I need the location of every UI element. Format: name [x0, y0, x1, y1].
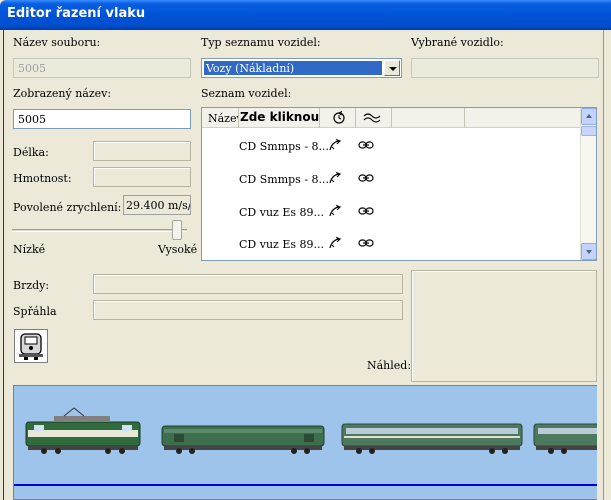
- locomotive-front-icon: [19, 333, 43, 360]
- rotate-icon: [333, 111, 345, 124]
- column-empty-1: [392, 108, 465, 128]
- list-item[interactable]: CD vuz Es 89...: [202, 230, 582, 260]
- coupler-icon[interactable]: [358, 204, 374, 218]
- window-title: Editor řazení vlaku: [0, 0, 611, 30]
- passenger-car-2[interactable]: [533, 423, 598, 454]
- curve-arrow-icon[interactable]: [328, 204, 342, 218]
- vehicle-list-header: Název Zde kliknout: [202, 108, 582, 128]
- coupling-header-icon: [363, 113, 381, 123]
- window-edge: [603, 30, 611, 500]
- list-item-name: CD Smmps - 8...: [239, 140, 330, 153]
- length-label: Délka:: [13, 146, 49, 159]
- selected-vehicle-field: [411, 58, 599, 78]
- passenger-car[interactable]: [341, 423, 523, 454]
- scroll-up-button[interactable]: [581, 108, 596, 125]
- scroll-down-button[interactable]: [581, 243, 596, 260]
- acceleration-slider-thumb[interactable]: [172, 220, 183, 240]
- vehicle-type-value: Vozy (Nákladní): [204, 61, 382, 75]
- brakes-field: [93, 274, 403, 294]
- vehicle-type-label: Typ seznamu vozidel:: [201, 36, 321, 49]
- length-field: [93, 141, 191, 161]
- track-line: [14, 484, 597, 486]
- acceleration-label: Povolené zrychlení:: [13, 201, 122, 214]
- coupler-icon[interactable]: [358, 236, 374, 250]
- preview-label: Náhled:: [367, 359, 412, 372]
- file-name-label: Název souboru:: [13, 36, 101, 49]
- scroll-thumb[interactable]: [581, 126, 596, 136]
- column-coupling[interactable]: [356, 108, 392, 128]
- coupler-icon[interactable]: [358, 138, 374, 152]
- brakes-label: Brzdy:: [13, 279, 50, 292]
- chevron-down-icon[interactable]: [384, 60, 400, 76]
- slider-low-label: Nízké: [13, 243, 46, 256]
- acceleration-slider[interactable]: [12, 229, 187, 232]
- vehicle-preview: [411, 270, 597, 382]
- train-consist-graphic: [25, 407, 598, 454]
- train-consist-panel[interactable]: [13, 385, 598, 500]
- vehicle-list-scrollbar[interactable]: [580, 108, 596, 260]
- curve-arrow-icon[interactable]: [328, 138, 342, 152]
- selected-vehicle-label: Vybrané vozidlo:: [411, 36, 504, 49]
- list-item-name: CD vuz Es 89...: [239, 238, 324, 251]
- file-name-field: 5005: [13, 58, 191, 78]
- baggage-wagon[interactable]: [161, 425, 325, 454]
- display-name-input[interactable]: 5005: [13, 109, 191, 129]
- column-name[interactable]: Název: [202, 108, 239, 128]
- weight-field: [93, 167, 191, 187]
- column-click-here[interactable]: Zde kliknout: [239, 108, 320, 128]
- column-empty-2: [465, 108, 582, 128]
- list-item[interactable]: CD Smmps - 8...: [202, 165, 582, 195]
- curve-arrow-icon[interactable]: [328, 171, 342, 185]
- list-item[interactable]: CD vuz Es 89...: [202, 198, 582, 228]
- curve-arrow-icon[interactable]: [328, 236, 342, 250]
- acceleration-field: 29.400 m/s/s: [123, 195, 191, 215]
- display-name-label: Zobrazený název:: [13, 87, 112, 100]
- locomotive-view-button[interactable]: [14, 329, 48, 363]
- list-item[interactable]: CD Smmps - 8...: [202, 132, 582, 162]
- vehicle-type-select[interactable]: Vozy (Nákladní): [201, 58, 402, 78]
- vehicle-list[interactable]: Název Zde kliknout CD Smmps - 8... CD Smm…: [201, 107, 597, 261]
- locomotive-vehicle[interactable]: [25, 407, 141, 454]
- slider-high-label: Vysoké: [158, 243, 198, 256]
- column-rotate[interactable]: [320, 108, 356, 128]
- train-panel-edge: [597, 385, 603, 500]
- vehicle-list-label: Seznam vozidel:: [201, 87, 292, 100]
- list-item-name: CD vuz Es 89...: [239, 206, 324, 219]
- coupling-label: Spřáhla: [13, 305, 57, 318]
- coupling-field: [93, 300, 403, 320]
- weight-label: Hmotnost:: [13, 172, 72, 185]
- list-item-name: CD Smmps - 8...: [239, 173, 330, 186]
- coupler-icon[interactable]: [358, 171, 374, 185]
